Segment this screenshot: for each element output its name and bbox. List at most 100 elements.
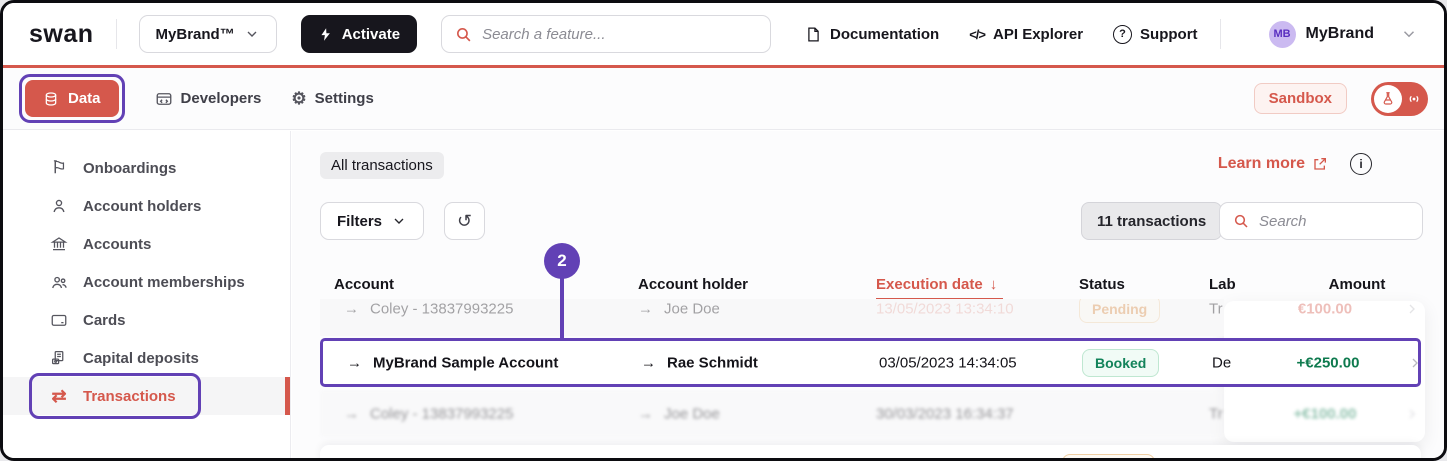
sandbox-badge: Sandbox: [1253, 83, 1347, 114]
account-menu[interactable]: MB MyBrand: [1268, 20, 1418, 48]
sidebar-label: Onboardings: [83, 159, 177, 177]
external-link-icon: [1312, 156, 1328, 172]
search-icon: [1233, 213, 1249, 229]
code-icon: </>: [969, 26, 986, 42]
table-search[interactable]: ✕: [1219, 202, 1444, 240]
table-search-input[interactable]: [1259, 212, 1444, 230]
flag-icon: ⚐: [51, 158, 67, 177]
learn-more-link[interactable]: Learn more: [1218, 155, 1328, 173]
tab-settings-label: Settings: [314, 90, 374, 107]
card-icon: [49, 311, 69, 329]
col-header-label: Label: [1209, 276, 1236, 293]
transfer-icon: ⇄: [51, 385, 67, 406]
cell-account: Coley - 13837993225: [370, 405, 514, 422]
top-bar: swan MyBrand™ Activate D: [3, 3, 1444, 65]
info-icon[interactable]: i: [1350, 153, 1372, 175]
status-badge: Booked: [1082, 348, 1160, 377]
support-label: Support: [1140, 25, 1198, 43]
cell-holder: Joe Doe: [664, 300, 720, 318]
documentation-link[interactable]: Documentation: [805, 26, 939, 43]
project-selector[interactable]: MyBrand™: [138, 15, 277, 53]
tab-all-transactions[interactable]: All transactions: [320, 152, 444, 179]
sidebar-item-onboardings[interactable]: ⚐ Onboardings: [3, 149, 290, 187]
chevron-right-icon: [1404, 406, 1420, 422]
arrow-right-icon: →: [641, 354, 656, 371]
col-header-execution-date[interactable]: Execution date ↓: [876, 276, 997, 293]
table-row[interactable]: → Coley - 13837993225 → Joe Doe 13/05/20…: [320, 299, 1421, 336]
arrow-right-icon: →: [344, 300, 359, 318]
refresh-button[interactable]: ↺: [444, 202, 485, 240]
cell-label: Tr: [1209, 300, 1223, 318]
avatar: MB: [1268, 20, 1296, 48]
arrow-right-icon: →: [347, 354, 362, 371]
sidebar-label: Transactions: [83, 387, 176, 405]
data-tab-highlight: Data: [19, 74, 125, 123]
developers-icon: [155, 90, 173, 108]
feature-search-input[interactable]: [482, 25, 758, 43]
active-indicator: [285, 377, 290, 415]
cell-execution-date: 30/03/2023 16:34:37: [876, 405, 1014, 422]
nav-right: Sandbox: [1253, 81, 1428, 116]
table-row-selected[interactable]: → MyBrand Sample Account → Rae Schmidt 0…: [320, 338, 1421, 387]
sidebar-item-account-holders[interactable]: Account holders: [3, 187, 290, 225]
arrow-right-icon: →: [344, 405, 359, 422]
app-window: swan MyBrand™ Activate D: [0, 0, 1447, 461]
tab-developers[interactable]: Developers: [155, 90, 261, 108]
sidebar-item-transactions[interactable]: ⇄ Transactions: [3, 373, 290, 419]
cell-label: De: [1212, 354, 1232, 371]
tab-settings[interactable]: ⚙ Settings: [291, 89, 373, 109]
chevron-down-icon: [1400, 25, 1418, 43]
flask-icon: [1374, 84, 1402, 113]
sidebar-item-cards[interactable]: Cards: [3, 301, 290, 339]
database-icon: [43, 91, 59, 107]
sidebar-label: Cards: [83, 311, 126, 329]
tab-data[interactable]: Data: [25, 80, 119, 117]
activate-button[interactable]: Activate: [300, 15, 418, 53]
filters-label: Filters: [337, 212, 383, 230]
chevron-down-icon: [244, 26, 260, 42]
environment-toggle[interactable]: [1371, 81, 1428, 116]
divider: [115, 19, 117, 49]
status-badge-partial: [1062, 454, 1155, 458]
cell-amount: +€250.00: [1296, 354, 1360, 371]
col-header-amount: Amount: [1328, 276, 1386, 293]
bank-icon: [49, 235, 69, 253]
sidebar-label: Account holders: [83, 197, 202, 215]
cell-account: MyBrand Sample Account: [373, 354, 559, 371]
main-content: All transactions Learn more i Filters ↺ …: [292, 131, 1444, 458]
live-signal-icon: [1404, 89, 1424, 109]
status-badge: Pending: [1079, 299, 1161, 323]
cell-execution-date: 13/05/2023 13:34:10: [876, 300, 1014, 318]
project-selector-label: MyBrand™: [155, 25, 235, 43]
support-link[interactable]: ? Support: [1113, 24, 1198, 44]
cell-execution-date: 03/05/2023 14:34:05: [879, 354, 1017, 371]
table-row[interactable]: → Coley - 13837993225 → Joe Doe 30/03/20…: [320, 390, 1421, 437]
chevron-right-icon: [1404, 301, 1420, 317]
person-icon: [49, 197, 69, 215]
tab-data-label: Data: [68, 90, 101, 107]
feature-search[interactable]: [441, 15, 772, 53]
cell-amount: +€100.00: [1293, 405, 1357, 422]
sidebar-item-capital-deposits[interactable]: Capital deposits: [3, 339, 290, 377]
sidebar-item-accounts[interactable]: Accounts: [3, 225, 290, 263]
capital-deposit-icon: [49, 349, 69, 367]
table-row[interactable]: [320, 445, 1421, 458]
search-icon: [455, 26, 472, 43]
top-links: Documentation </> API Explorer ? Support: [805, 24, 1198, 44]
chevron-down-icon: [391, 213, 407, 229]
account-name: MyBrand: [1305, 25, 1374, 42]
swan-logo: swan: [29, 19, 94, 48]
filters-button[interactable]: Filters: [320, 202, 425, 240]
api-explorer-label: API Explorer: [993, 25, 1084, 43]
api-explorer-link[interactable]: </> API Explorer: [969, 26, 1083, 43]
nav-bar: Data Developers ⚙ Settings Sandbox: [3, 68, 1444, 130]
sidebar-label: Capital deposits: [83, 349, 199, 367]
learn-more-label: Learn more: [1217, 155, 1305, 172]
sidebar-item-account-memberships[interactable]: Account memberships: [3, 263, 290, 301]
arrow-right-icon: →: [638, 300, 653, 318]
col-header-holder: Account holder: [638, 276, 749, 293]
execution-date-label: Execution date: [876, 276, 983, 293]
cell-label: Tr: [1209, 405, 1223, 422]
help-icon: ?: [1113, 24, 1133, 44]
cell-holder: Joe Doe: [664, 405, 720, 422]
